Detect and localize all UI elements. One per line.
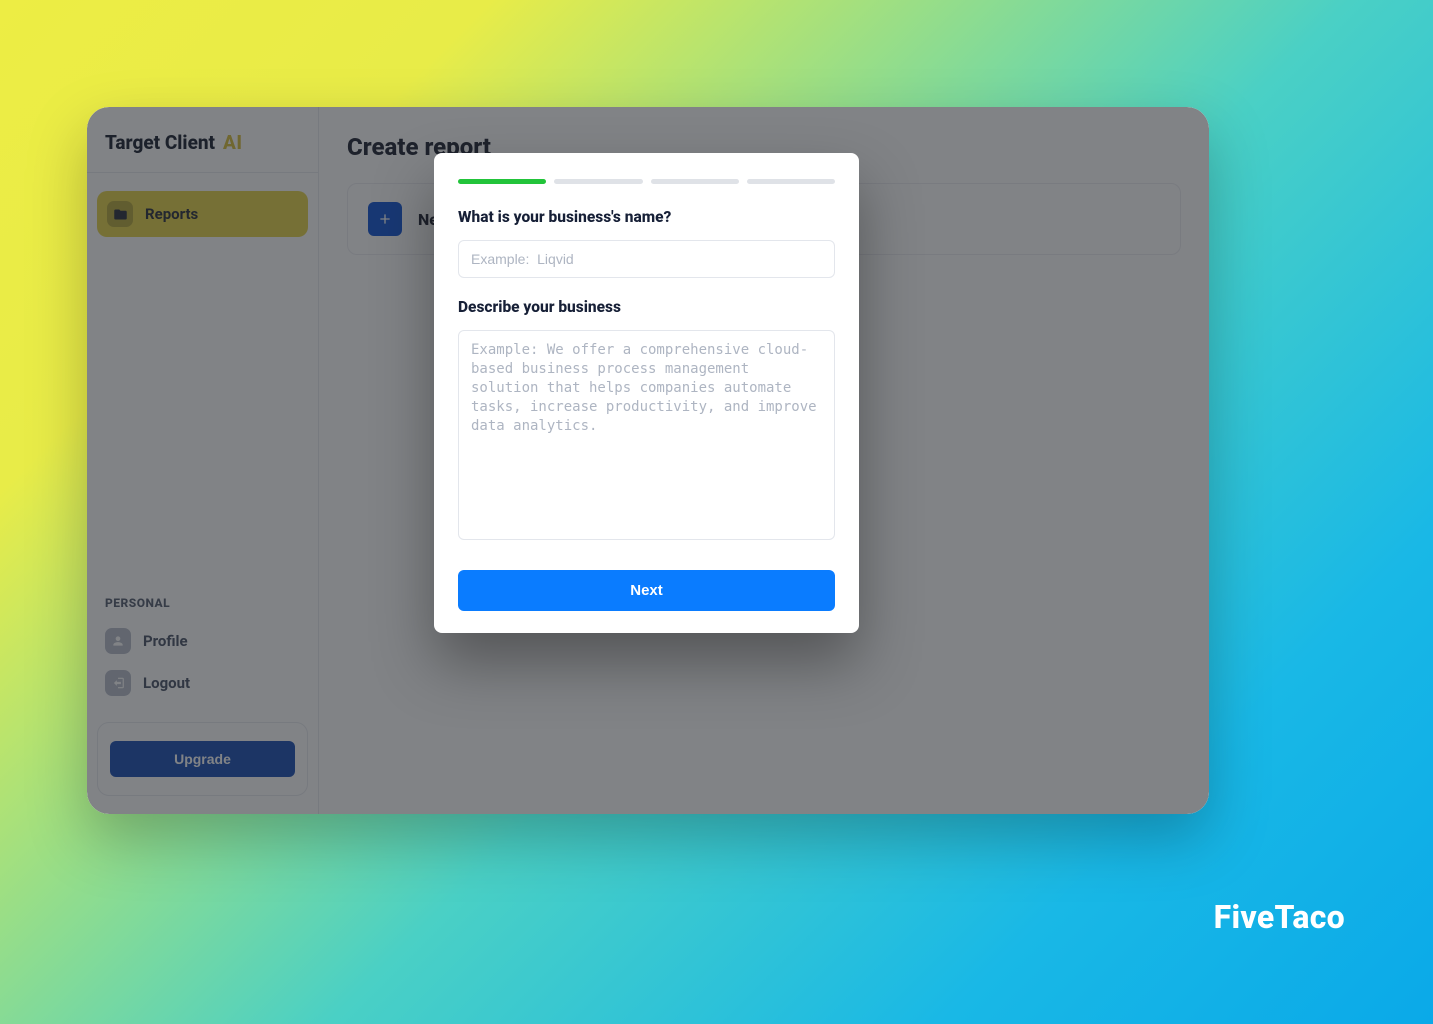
user-icon (105, 628, 131, 654)
next-button[interactable]: Next (458, 570, 835, 611)
brand-main: Target Client (105, 131, 215, 154)
upgrade-card: Upgrade (97, 722, 308, 796)
sidebar-item-reports[interactable]: Reports (97, 191, 308, 237)
create-report-modal: What is your business's name? Describe y… (434, 153, 859, 633)
business-name-input[interactable] (458, 240, 835, 278)
progress-steps (458, 179, 835, 184)
step-2 (554, 179, 642, 184)
sidebar-item-logout[interactable]: Logout (97, 662, 308, 704)
nav-section: Reports (97, 191, 308, 237)
sidebar-item-label: Logout (143, 674, 190, 692)
step-1 (458, 179, 546, 184)
footer-brand: FiveTaco (1214, 898, 1345, 936)
step-4 (747, 179, 835, 184)
sidebar-item-profile[interactable]: Profile (97, 620, 308, 662)
folder-icon (107, 201, 133, 227)
plus-icon[interactable] (368, 202, 402, 236)
logout-icon (105, 670, 131, 696)
business-desc-label: Describe your business (458, 298, 835, 316)
sidebar: Target Client AI Reports PERSONAL Profil… (87, 107, 319, 814)
business-name-label: What is your business's name? (458, 208, 835, 226)
personal-section-label: PERSONAL (97, 596, 308, 620)
brand: Target Client AI (87, 107, 318, 173)
sidebar-item-label: Profile (143, 632, 188, 650)
sidebar-item-label: Reports (145, 205, 198, 223)
upgrade-button[interactable]: Upgrade (110, 741, 295, 777)
step-3 (651, 179, 739, 184)
brand-suffix: AI (223, 131, 243, 154)
business-desc-textarea[interactable] (458, 330, 835, 540)
